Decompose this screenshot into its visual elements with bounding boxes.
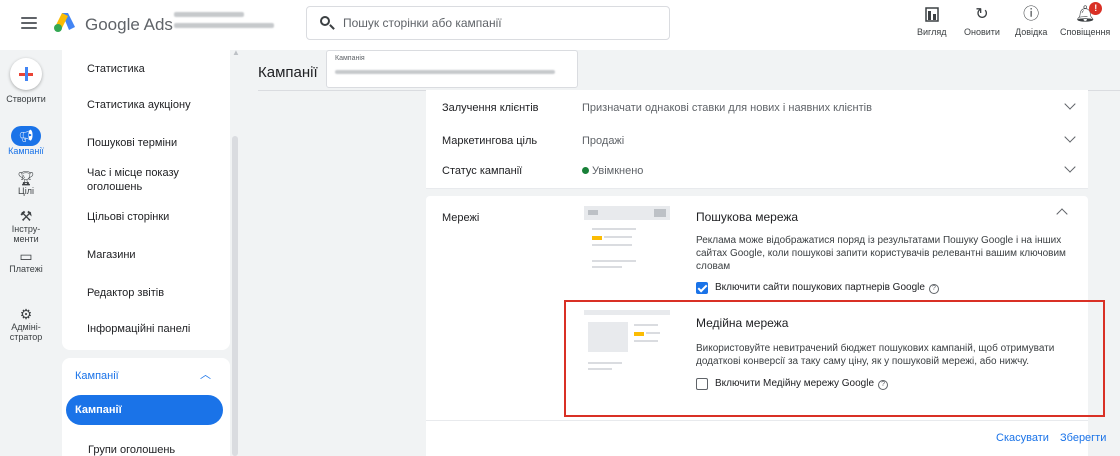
help-icon: ⓘ xyxy=(1023,6,1040,23)
nav-item-report-editor[interactable]: Редактор звітів xyxy=(87,286,164,300)
row-label: Статус кампанії xyxy=(442,164,523,177)
row-label: Залучення клієнтів xyxy=(442,101,539,114)
campaign-selector[interactable]: Кампанія xyxy=(326,50,578,88)
nav-item-dashboards[interactable]: Інформаційні панелі xyxy=(87,322,190,336)
rail-item-tools[interactable]: ⚒ Інстру- менти xyxy=(0,208,52,244)
search-partners-checkbox-label-wrap: Включити сайти пошукових партнерів Googl… xyxy=(715,282,939,294)
row-campaign-status[interactable]: Статус кампанії Увімкнено xyxy=(426,153,1088,189)
search-icon xyxy=(319,15,335,31)
gear-icon: ⚙ xyxy=(19,306,33,322)
chevron-down-icon xyxy=(1064,161,1076,173)
rail-item-goals[interactable]: 🏆︎ Цілі xyxy=(0,170,52,196)
help-label: Довідка xyxy=(1015,27,1048,37)
row-value: Продажі xyxy=(582,134,625,147)
chevron-up-icon[interactable]: ︿ xyxy=(200,366,211,382)
rail-item-campaigns[interactable]: 📢︎ Кампанії xyxy=(0,126,52,156)
nav-item-ad-groups[interactable]: Групи оголошень xyxy=(88,444,175,456)
networks-label: Мережі xyxy=(442,212,480,224)
row-customer-acquisition[interactable]: Залучення клієнтів Призначати однакові с… xyxy=(426,90,1088,126)
panel-footer-divider xyxy=(426,420,1088,421)
view-button[interactable]: Вигляд xyxy=(917,5,947,37)
help-circle-icon[interactable]: ? xyxy=(928,284,939,294)
status-value-wrap: Увімкнено xyxy=(582,165,643,177)
rail-label-admin-1: Адміні- xyxy=(11,322,41,332)
rail-item-billing[interactable]: ▭ Платежі xyxy=(0,248,52,274)
search-partners-checkbox[interactable] xyxy=(696,282,708,294)
account-switcher[interactable] xyxy=(174,12,274,34)
refresh-button[interactable]: ↻ Оновити xyxy=(964,5,1000,37)
nav-group-campaigns[interactable]: Кампанії xyxy=(75,370,119,382)
nav-item-shops[interactable]: Магазини xyxy=(87,248,136,262)
campaign-selector-label: Кампанія xyxy=(335,55,365,62)
page-title: Кампанії xyxy=(258,64,318,81)
search-partners-checkbox-label: Включити сайти пошукових партнерів Googl… xyxy=(715,282,925,293)
chevron-up-icon[interactable] xyxy=(1056,208,1068,220)
search-network-title: Пошукова мережа xyxy=(696,210,799,224)
display-network-highlight xyxy=(564,300,1105,417)
trophy-icon: 🏆︎ xyxy=(17,170,35,186)
app-name: Google Ads xyxy=(85,15,173,34)
nav-item-search-terms[interactable]: Пошукові терміни xyxy=(87,136,177,150)
nav-item-campaigns-active[interactable]: Кампанії xyxy=(66,395,223,425)
report-nav-panel: Статистика Статистика аукціону Пошукові … xyxy=(62,50,230,350)
left-rail: Створити 📢︎ Кампанії 🏆︎ Цілі ⚒ Інстру- м… xyxy=(0,50,52,456)
create-button[interactable] xyxy=(10,58,42,90)
menu-icon[interactable] xyxy=(20,14,38,32)
cancel-button[interactable]: Скасувати xyxy=(996,432,1049,444)
chevron-down-icon xyxy=(1064,98,1076,110)
bell-icon: 🔔︎! xyxy=(1075,2,1103,25)
search-network-illustration xyxy=(584,206,670,278)
save-button[interactable]: Зберегти xyxy=(1060,432,1106,444)
help-button[interactable]: ⓘ Довідка xyxy=(1015,5,1047,37)
campaign-name-redacted xyxy=(335,70,555,74)
google-ads-logo xyxy=(54,13,75,32)
rail-label-goals: Цілі xyxy=(18,186,34,196)
rail-label-billing: Платежі xyxy=(9,264,43,274)
megaphone-icon: 📢︎ xyxy=(11,126,41,146)
nav-item-landing-pages[interactable]: Цільові сторінки xyxy=(87,210,169,224)
rail-item-admin[interactable]: ⚙ Адміні- стратор xyxy=(0,306,52,342)
scroll-up-arrow[interactable]: ▲ xyxy=(232,48,240,57)
status-dot-icon xyxy=(582,166,589,174)
nav-item-statistics[interactable]: Статистика xyxy=(87,62,145,76)
rail-label-campaigns: Кампанії xyxy=(8,146,44,156)
search-network-desc-line-2: сайтах Google, коли пошукові запити кори… xyxy=(696,248,1066,259)
notifications-label: Сповіщення xyxy=(1060,27,1111,37)
notification-badge: ! xyxy=(1089,2,1103,15)
campaigns-nav-group: Кампанії ︿ Кампанії Групи оголошень xyxy=(62,358,230,456)
nav-item-when-where[interactable]: Час і місце показу оголошень xyxy=(87,166,207,194)
rail-label-tools-1: Інстру- xyxy=(11,224,41,234)
row-value: Призначати однакові ставки для нових і н… xyxy=(582,101,872,114)
refresh-icon: ↻ xyxy=(975,6,989,23)
card-icon: ▭ xyxy=(19,248,33,264)
nav-scrollbar[interactable] xyxy=(232,136,238,456)
status-value: Увімкнено xyxy=(592,164,644,177)
rail-label-tools-2: менти xyxy=(13,234,39,244)
search-input[interactable] xyxy=(343,16,643,30)
chevron-down-icon xyxy=(1064,131,1076,143)
top-app-bar: Google Ads Вигляд ↻ Оновити ⓘ Довідка 🔔︎… xyxy=(0,0,1120,50)
create-label: Створити xyxy=(6,94,46,104)
refresh-label: Оновити xyxy=(964,27,1000,37)
view-label: Вигляд xyxy=(917,27,947,37)
view-icon xyxy=(925,7,939,22)
search-network-desc-line-1: Реклама може відображатися поряд із резу… xyxy=(696,235,1062,246)
tools-icon: ⚒ xyxy=(19,208,33,224)
notifications-button[interactable]: 🔔︎! Сповіщення xyxy=(1060,2,1111,37)
nav-item-auction-insights[interactable]: Статистика аукціону xyxy=(87,98,191,112)
rail-label-admin-2: стратор xyxy=(9,332,43,342)
rail-create-label-wrap[interactable]: Створити xyxy=(0,94,52,104)
search-box[interactable] xyxy=(306,6,670,40)
row-label: Маркетингова ціль xyxy=(442,134,538,147)
search-network-desc-line-3: словам xyxy=(696,261,731,272)
